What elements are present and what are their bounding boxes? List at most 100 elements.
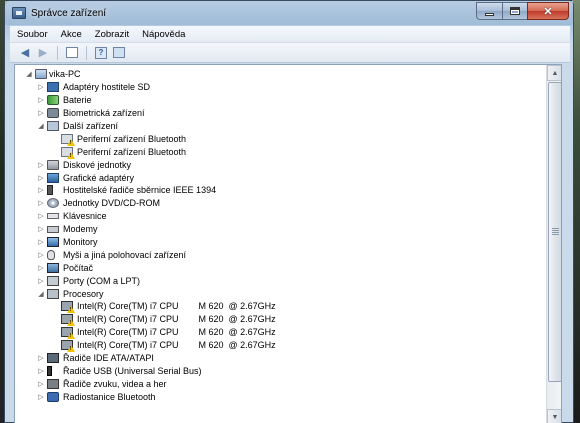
tree-item-label: Grafické adaptéry xyxy=(63,172,135,183)
forward-button[interactable]: ▶ xyxy=(35,45,51,61)
tree-item-label: Biometrická zařízení xyxy=(63,108,145,119)
tree-item-label: Klávesnice xyxy=(63,211,107,222)
tree-item-label: Myši a jiná polohovací zařízení xyxy=(63,249,187,260)
expand-arrow-icon[interactable]: ▷ xyxy=(37,161,45,169)
tree-category[interactable]: ▷ Modemy xyxy=(15,223,561,236)
help-icon: ? xyxy=(95,46,107,59)
tree-category[interactable]: ◢ Procesory xyxy=(15,287,561,300)
tree-category[interactable]: ◢ Další zařízení xyxy=(15,120,561,133)
collapse-arrow-icon[interactable]: ◢ xyxy=(37,290,45,298)
scrollbar-thumb[interactable] xyxy=(548,82,561,382)
tree-device[interactable]: Intel(R) Core(TM) i7 CPU M 620 @ 2.67GHz xyxy=(15,339,561,353)
processor-icon xyxy=(47,288,59,299)
tree-item-label: Intel(R) Core(TM) i7 CPU M 620 @ 2.67GHz xyxy=(77,314,276,325)
expand-arrow-icon[interactable]: ▷ xyxy=(37,393,45,401)
expand-arrow-icon[interactable]: ▷ xyxy=(37,264,45,272)
menu-soubor[interactable]: Soubor xyxy=(17,29,48,40)
tree-item-label: Počítač xyxy=(63,262,94,273)
minimize-button[interactable] xyxy=(476,2,502,20)
device-manager-window: Správce zařízení ✕ Soubor Akce Zobrazit … xyxy=(4,0,574,423)
tree-category[interactable]: ▷ Baterie xyxy=(15,94,561,107)
collapse-arrow-icon[interactable]: ◢ xyxy=(37,122,45,130)
expand-arrow-icon[interactable]: ▷ xyxy=(37,96,45,104)
expand-arrow-icon[interactable]: ▷ xyxy=(37,83,45,91)
tree-item-label: Modemy xyxy=(63,224,98,235)
disk-drive-icon xyxy=(47,159,59,170)
tree-device[interactable]: Periferní zařízení Bluetooth xyxy=(15,132,561,146)
expand-arrow-icon[interactable]: ▷ xyxy=(37,174,45,182)
tree-category[interactable]: ▷ Porty (COM a LPT) xyxy=(15,274,561,287)
tree-category[interactable]: ▷ Myši a jiná polohovací zařízení xyxy=(15,248,561,261)
display-adapter-icon xyxy=(47,172,59,183)
maximize-button[interactable] xyxy=(502,2,527,20)
forward-arrow-icon: ▶ xyxy=(38,47,48,59)
cpu-warning-icon xyxy=(61,327,75,340)
tree-category[interactable]: ▷ Řadiče zvuku, videa a her xyxy=(15,377,561,390)
tree-root[interactable]: ◢ vika-PC xyxy=(15,68,561,81)
expand-arrow-icon[interactable]: ▷ xyxy=(37,277,45,285)
expand-arrow-icon[interactable]: ▷ xyxy=(37,380,45,388)
tree-category[interactable]: ▷ Biometrická zařízení xyxy=(15,107,561,120)
tree-category[interactable]: ▷ Adaptéry hostitele SD xyxy=(15,81,561,94)
menu-napoveda[interactable]: Nápověda xyxy=(142,29,185,40)
tree-category[interactable]: ▷ Hostitelské řadiče sběrnice IEEE 1394 xyxy=(15,184,561,197)
tree-category[interactable]: ▷ Klávesnice xyxy=(15,210,561,223)
expand-arrow-icon[interactable]: ▷ xyxy=(37,186,45,194)
bluetooth-radio-icon xyxy=(47,391,59,402)
close-button[interactable]: ✕ xyxy=(527,2,569,20)
vertical-scrollbar[interactable]: ▲ ▼ xyxy=(546,65,561,423)
tree-device[interactable]: Intel(R) Core(TM) i7 CPU M 620 @ 2.67GHz xyxy=(15,313,561,327)
tree-category[interactable]: ▷ Jednotky DVD/CD-ROM xyxy=(15,197,561,210)
menu-zobrazit[interactable]: Zobrazit xyxy=(95,29,129,40)
grip-icon xyxy=(552,228,559,235)
tree-category[interactable]: ▷ Radiostanice Bluetooth xyxy=(15,390,561,403)
sd-host-icon xyxy=(47,82,59,93)
expand-arrow-icon[interactable]: ▷ xyxy=(37,199,45,207)
tree-category[interactable]: ▷ Řadiče IDE ATA/ATAPI xyxy=(15,352,561,365)
expand-arrow-icon[interactable]: ▷ xyxy=(37,212,45,220)
ports-icon xyxy=(47,275,59,286)
ide-controller-icon xyxy=(47,353,59,364)
expand-arrow-icon[interactable]: ▷ xyxy=(37,109,45,117)
tree-item-label: Hostitelské řadiče sběrnice IEEE 1394 xyxy=(63,185,217,196)
scan-hardware-button[interactable] xyxy=(111,45,127,61)
menu-akce[interactable]: Akce xyxy=(61,29,82,40)
tree-device[interactable]: Intel(R) Core(TM) i7 CPU M 620 @ 2.67GHz xyxy=(15,326,561,340)
expand-arrow-icon[interactable]: ▷ xyxy=(37,225,45,233)
tree-item-label: Intel(R) Core(TM) i7 CPU M 620 @ 2.67GHz xyxy=(77,340,276,351)
help-button[interactable]: ? xyxy=(93,45,109,61)
tree-category[interactable]: ▷ Řadiče USB (Universal Serial Bus) xyxy=(15,364,561,377)
close-icon: ✕ xyxy=(543,5,553,18)
tree-item-label: Procesory xyxy=(63,288,104,299)
tree-device[interactable]: Periferní zařízení Bluetooth xyxy=(15,145,561,159)
tree-category[interactable]: ▷ Grafické adaptéry xyxy=(15,171,561,184)
battery-icon xyxy=(47,95,59,106)
tree-item-label: Další zařízení xyxy=(63,121,119,131)
properties-button[interactable] xyxy=(64,45,80,61)
scroll-down-button[interactable]: ▼ xyxy=(547,409,561,423)
expand-arrow-icon[interactable]: ▷ xyxy=(37,251,45,259)
biometric-icon xyxy=(47,108,59,119)
title-bar[interactable]: Správce zařízení ✕ xyxy=(5,1,573,25)
device-tree: ◢ vika-PC ▷ Adaptéry hostitele SD ▷ Baterie ▷ B… xyxy=(15,68,561,403)
toolbar-separator xyxy=(86,45,87,60)
tree-category[interactable]: ▷ Diskové jednotky xyxy=(15,158,561,171)
monitor-icon xyxy=(47,237,59,248)
ieee1394-icon xyxy=(47,185,53,196)
expand-arrow-icon[interactable]: ▷ xyxy=(37,238,45,246)
tree-device[interactable]: Intel(R) Core(TM) i7 CPU M 620 @ 2.67GHz xyxy=(15,300,561,314)
tree-category[interactable]: ▷ Monitory xyxy=(15,236,561,249)
scroll-up-button[interactable]: ▲ xyxy=(547,65,561,81)
back-button[interactable]: ◀ xyxy=(17,45,33,61)
window-title: Správce zařízení xyxy=(31,7,107,19)
expand-arrow-icon[interactable]: ▷ xyxy=(37,354,45,362)
tree-item-label: Adaptéry hostitele SD xyxy=(63,82,151,93)
tree-category[interactable]: ▷ Počítač xyxy=(15,261,561,274)
minimize-icon xyxy=(485,12,494,16)
collapse-arrow-icon[interactable]: ◢ xyxy=(25,70,33,78)
tree-item-label: Intel(R) Core(TM) i7 CPU M 620 @ 2.67GHz xyxy=(77,301,276,312)
modem-icon xyxy=(47,225,59,233)
window-controls: ✕ xyxy=(476,2,569,20)
expand-arrow-icon[interactable]: ▷ xyxy=(37,367,45,375)
tree-item-label: Radiostanice Bluetooth xyxy=(63,391,156,402)
